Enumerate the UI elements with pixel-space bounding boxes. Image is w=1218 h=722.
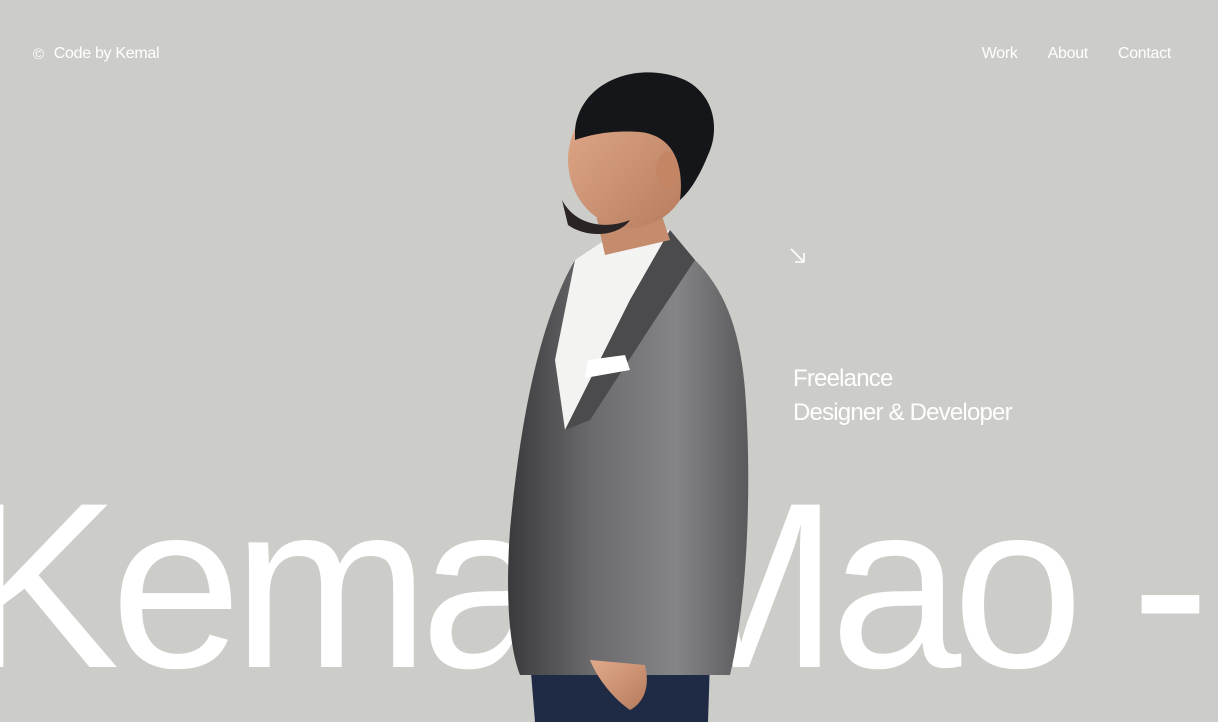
- role-description: Freelance Designer & Developer: [793, 362, 1013, 430]
- role-line-freelance: Freelance: [793, 365, 893, 392]
- brand-name: Code by Kemal: [53, 45, 160, 62]
- brand-logo-link[interactable]: © Code by Kemal: [33, 45, 160, 63]
- nav-link-contact[interactable]: Contact: [1118, 45, 1171, 63]
- nav-link-about[interactable]: About: [1048, 45, 1089, 63]
- copyright-icon: ©: [33, 45, 44, 63]
- main-nav: Work About Contact: [982, 45, 1172, 63]
- role-line-title: Designer & Developer: [793, 399, 1013, 426]
- landing-page: © Code by Kemal Work About Contact Kemal…: [0, 0, 1218, 722]
- portrait-photo: [508, 72, 749, 722]
- arrow-down-right-icon: [790, 248, 805, 263]
- nav-link-work[interactable]: Work: [982, 45, 1018, 63]
